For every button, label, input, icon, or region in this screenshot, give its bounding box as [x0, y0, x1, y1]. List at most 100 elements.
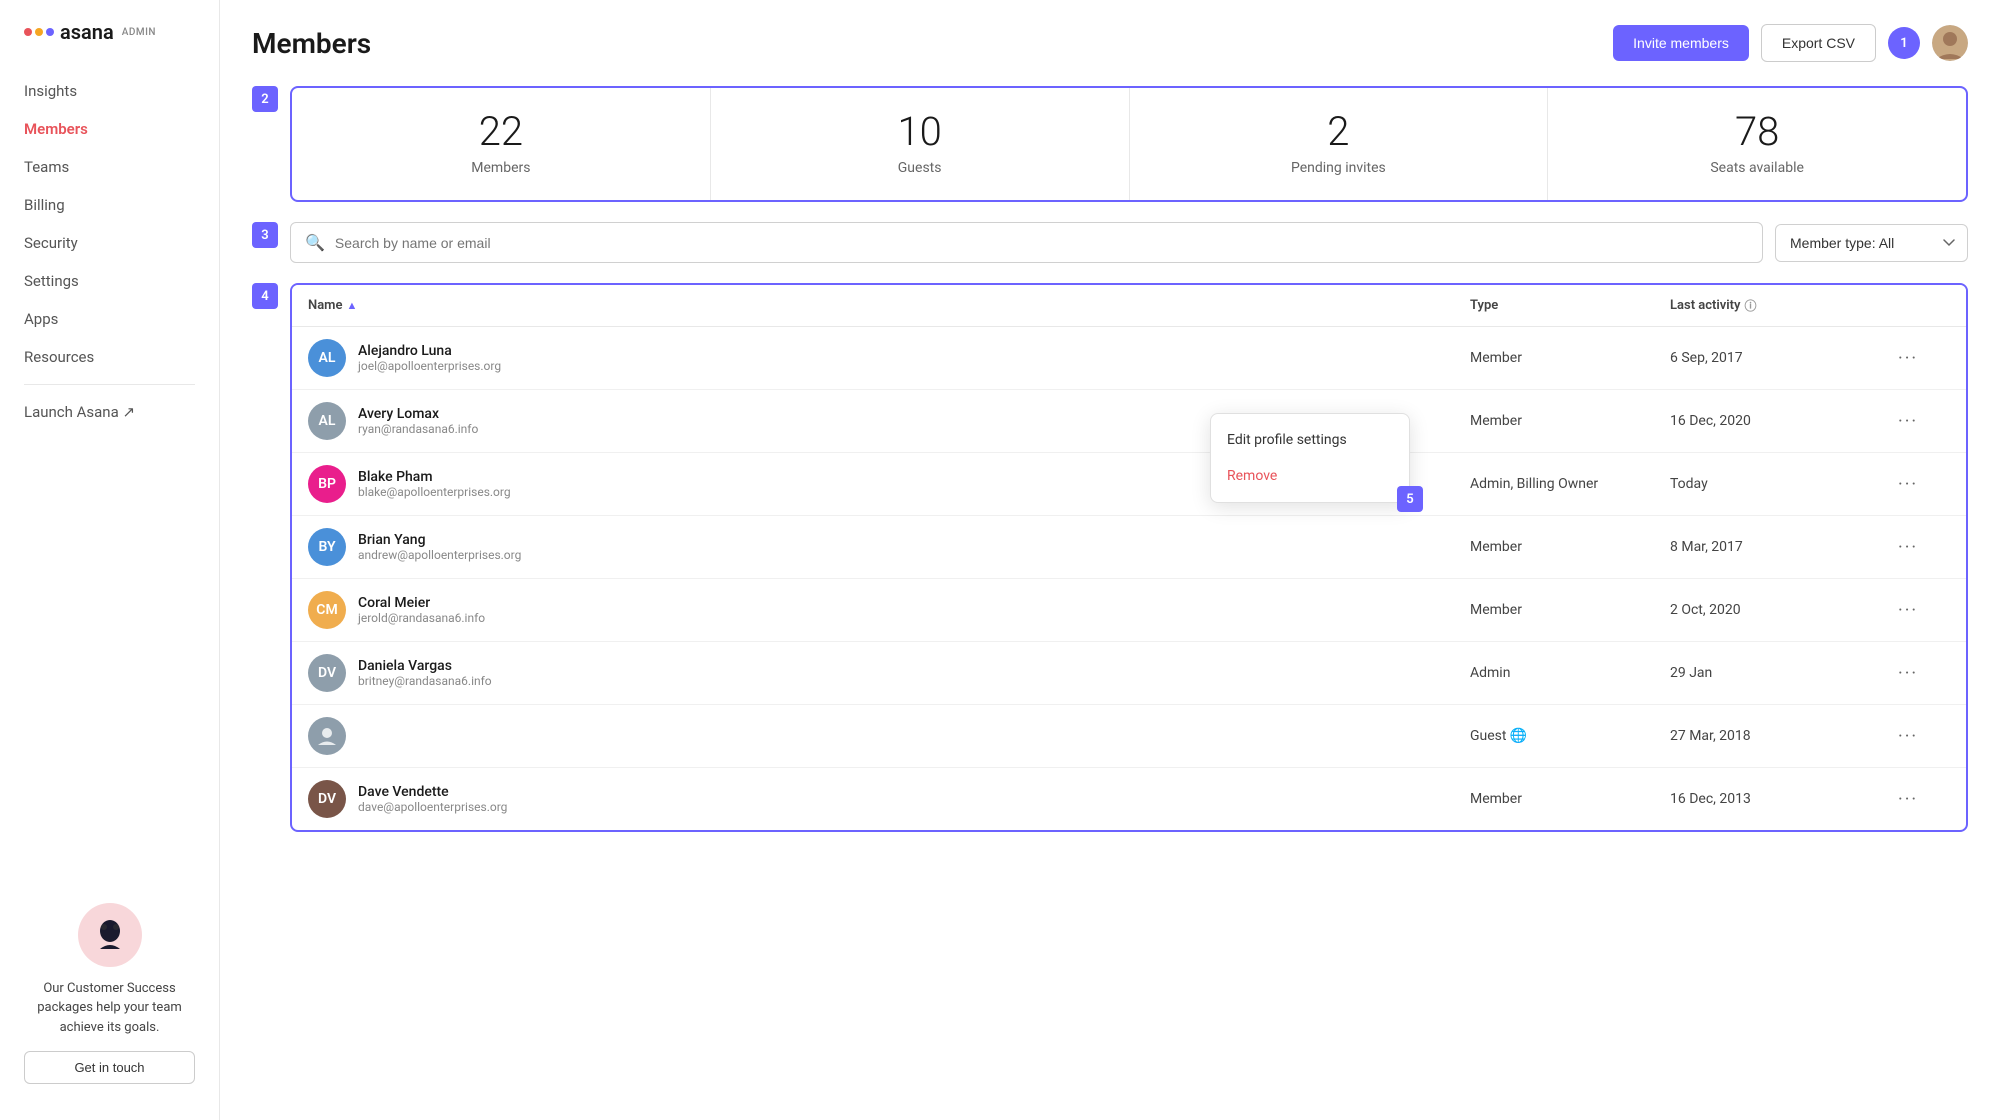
- col-activity-label: Last activity: [1670, 298, 1741, 313]
- more-actions-button[interactable]: ···: [1890, 407, 1950, 436]
- sidebar-item-billing[interactable]: Billing: [0, 186, 219, 224]
- member-name: Alejandro Luna: [358, 343, 501, 359]
- step-badge-5: 5: [1397, 486, 1423, 512]
- dot-orange: [35, 28, 43, 36]
- table-row: AL Avery Lomax ryan@randasana6.info Memb…: [292, 390, 1966, 453]
- member-details: Brian Yang andrew@apolloenterprises.org: [358, 532, 521, 562]
- stats-row: 2 22 Members 10 Guests 2 Pending invites…: [252, 86, 1968, 202]
- sidebar-bottom: Our Customer Success packages help your …: [0, 887, 219, 1101]
- get-in-touch-button[interactable]: Get in touch: [24, 1051, 195, 1084]
- table-row: CM Coral Meier jerold@randasana6.info Me…: [292, 579, 1966, 642]
- context-menu: Edit profile settings Remove 5: [1210, 413, 1410, 503]
- step-badge-2: 2: [252, 86, 278, 112]
- col-header-name[interactable]: Name ▲: [308, 297, 1470, 314]
- member-email: joel@apolloenterprises.org: [358, 359, 501, 373]
- globe-icon: 🌐: [1510, 728, 1526, 744]
- col-header-activity[interactable]: Last activity ⓘ: [1670, 297, 1890, 314]
- member-email: britney@randasana6.info: [358, 674, 492, 688]
- search-row: 3 🔍 Member type: All Member type: Member…: [252, 222, 1968, 263]
- member-email: ryan@randasana6.info: [358, 422, 478, 436]
- sort-asc-icon: ▲: [346, 299, 357, 312]
- remove-member-menu-item[interactable]: Remove: [1211, 458, 1409, 494]
- sidebar-item-members[interactable]: Members: [0, 110, 219, 148]
- invite-members-button[interactable]: Invite members: [1613, 25, 1749, 61]
- sidebar-item-insights[interactable]: Insights: [0, 72, 219, 110]
- stat-guests: 10 Guests: [711, 88, 1130, 200]
- member-avatar: BP: [308, 465, 346, 503]
- export-csv-button[interactable]: Export CSV: [1761, 24, 1876, 62]
- col-type-label: Type: [1470, 298, 1498, 313]
- sidebar-item-teams[interactable]: Teams: [0, 148, 219, 186]
- member-info: AL Alejandro Luna joel@apolloenterprises…: [308, 339, 1470, 377]
- members-table: Name ▲ Type Last activity ⓘ: [290, 283, 1968, 832]
- user-avatar[interactable]: [1932, 25, 1968, 61]
- sidebar-item-settings[interactable]: Settings: [0, 262, 219, 300]
- member-type: Member: [1470, 350, 1670, 366]
- member-type-filter[interactable]: Member type: All Member type: Member Mem…: [1775, 224, 1968, 262]
- search-area: 🔍 Member type: All Member type: Member M…: [290, 222, 1968, 263]
- sidebar-item-resources[interactable]: Resources: [0, 338, 219, 376]
- table-row: Guest 🌐 27 Mar, 2018 ···: [292, 705, 1966, 768]
- more-actions-button[interactable]: ···: [1890, 596, 1950, 625]
- sidebar-item-security[interactable]: Security: [0, 224, 219, 262]
- member-details: Alejandro Luna joel@apolloenterprises.or…: [358, 343, 501, 373]
- page-title: Members: [252, 27, 371, 60]
- sidebar-item-launch[interactable]: Launch Asana ↗: [0, 393, 219, 431]
- member-name: Dave Vendette: [358, 784, 507, 800]
- stat-guests-label: Guests: [731, 160, 1109, 176]
- member-avatar: DV: [308, 780, 346, 818]
- more-actions-button[interactable]: ···: [1890, 533, 1950, 562]
- asana-logo: asana ADMIN: [24, 20, 156, 44]
- member-type: Admin, Billing Owner: [1470, 476, 1670, 492]
- stat-seats-number: 78: [1568, 112, 1946, 152]
- success-avatar: [78, 903, 142, 967]
- more-actions-button[interactable]: ···: [1890, 344, 1950, 373]
- step-badge-3: 3: [252, 222, 278, 248]
- logo-area: asana ADMIN: [0, 20, 219, 72]
- member-activity: 6 Sep, 2017: [1670, 350, 1890, 366]
- member-activity: 16 Dec, 2013: [1670, 791, 1890, 807]
- step-badge-4: 4: [252, 283, 278, 309]
- member-info: CM Coral Meier jerold@randasana6.info: [308, 591, 1470, 629]
- brand-name: asana: [60, 20, 114, 44]
- member-activity: Today: [1670, 476, 1890, 492]
- more-actions-button[interactable]: ···: [1890, 470, 1950, 499]
- nav-divider: [24, 384, 195, 385]
- notification-badge[interactable]: 1: [1888, 27, 1920, 59]
- table-row-wrapper: 4 Name ▲ Type Last activity ⓘ: [252, 283, 1968, 832]
- member-activity: 29 Jan: [1670, 665, 1890, 681]
- member-email: blake@apolloenterprises.org: [358, 485, 511, 499]
- table-row: AL Alejandro Luna joel@apolloenterprises…: [292, 327, 1966, 390]
- sidebar-item-apps[interactable]: Apps: [0, 300, 219, 338]
- avatar-illustration: [86, 911, 134, 959]
- member-email: dave@apolloenterprises.org: [358, 800, 507, 814]
- member-avatar: DV: [308, 654, 346, 692]
- stat-members-label: Members: [312, 160, 690, 176]
- admin-badge: ADMIN: [122, 27, 156, 38]
- member-details: Avery Lomax ryan@randasana6.info: [358, 406, 478, 436]
- member-info: DV Dave Vendette dave@apolloenterprises.…: [308, 780, 1470, 818]
- search-input[interactable]: [335, 235, 1748, 251]
- stat-pending: 2 Pending invites: [1130, 88, 1549, 200]
- header-actions: Invite members Export CSV 1: [1613, 24, 1968, 62]
- stat-seats: 78 Seats available: [1548, 88, 1966, 200]
- member-type: Member: [1470, 602, 1670, 618]
- table-header: Name ▲ Type Last activity ⓘ: [292, 285, 1966, 327]
- page-header: Members Invite members Export CSV 1: [252, 24, 1968, 62]
- member-type: Member: [1470, 539, 1670, 555]
- member-details: Coral Meier jerold@randasana6.info: [358, 595, 485, 625]
- member-info: DV Daniela Vargas britney@randasana6.inf…: [308, 654, 1470, 692]
- dot-purple: [46, 28, 54, 36]
- logo-dots: [24, 28, 54, 36]
- edit-profile-menu-item[interactable]: Edit profile settings: [1211, 422, 1409, 458]
- more-actions-button[interactable]: ···: [1890, 722, 1950, 751]
- more-actions-button[interactable]: ···: [1890, 785, 1950, 814]
- member-details: Daniela Vargas britney@randasana6.info: [358, 658, 492, 688]
- sidebar-nav: Insights Members Teams Billing Security …: [0, 72, 219, 887]
- more-actions-button[interactable]: ···: [1890, 659, 1950, 688]
- member-avatar: AL: [308, 339, 346, 377]
- member-type: Guest 🌐: [1470, 728, 1670, 744]
- main-content: Members Invite members Export CSV 1 2: [220, 0, 2000, 1120]
- avatar-image: [1932, 25, 1968, 61]
- table-row: BY Brian Yang andrew@apolloenterprises.o…: [292, 516, 1966, 579]
